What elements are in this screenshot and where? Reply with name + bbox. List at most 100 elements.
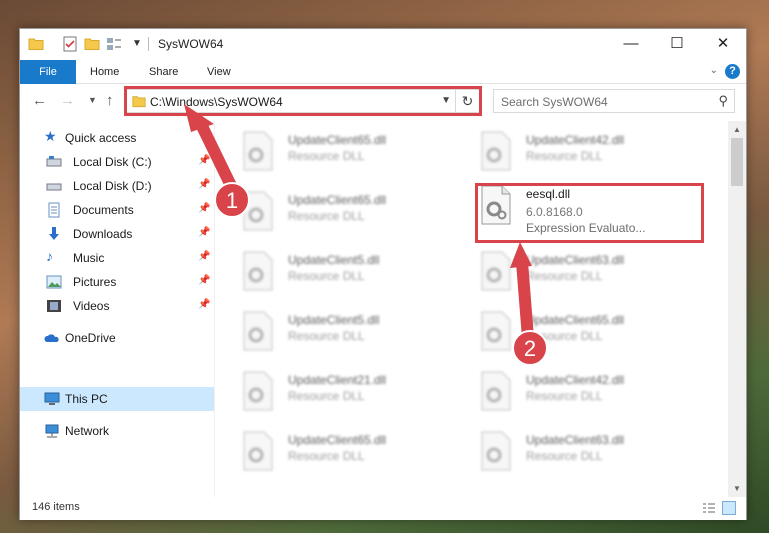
folder-icon[interactable] <box>28 36 44 52</box>
pin-icon[interactable]: 📌 <box>198 299 210 310</box>
file-name: UpdateClient42.dll <box>526 133 625 147</box>
sidebar-item-label: Local Disk (D:) <box>73 179 152 193</box>
list-item[interactable]: UpdateClient63.dll Resource DLL <box>458 245 688 299</box>
search-icon[interactable]: ⚲ <box>718 93 728 109</box>
scrollbar-thumb[interactable] <box>731 138 743 186</box>
file-name: UpdateClient5.dll <box>288 253 380 267</box>
up-arrow-icon[interactable]: ↑ <box>106 92 114 109</box>
help-icon[interactable]: ? <box>725 64 740 79</box>
title-bar: ▼ SysWOW64 — ☐ ✕ <box>20 29 746 60</box>
sidebar-item-network[interactable]: Network <box>20 419 214 443</box>
file-description: Resource DLL <box>526 449 603 463</box>
pane-divider[interactable] <box>214 121 215 497</box>
file-description: Resource DLL <box>288 389 365 403</box>
pin-icon[interactable]: 📌 <box>198 251 210 262</box>
scroll-up-arrow-icon[interactable]: ▲ <box>728 121 746 138</box>
pin-icon[interactable]: 📌 <box>198 203 210 214</box>
sidebar-item-this-pc[interactable]: This PC <box>20 387 214 411</box>
list-item[interactable]: UpdateClient21.dll Resource DLL <box>220 365 450 419</box>
dll-file-icon <box>481 311 511 351</box>
tab-home[interactable]: Home <box>90 60 119 84</box>
pin-icon[interactable]: 📌 <box>198 227 210 238</box>
pictures-icon <box>46 275 62 289</box>
customize-toolbar-chevron-icon[interactable]: ▼ <box>132 38 148 54</box>
sidebar-item-label: OneDrive <box>65 331 116 345</box>
new-folder-icon[interactable] <box>84 36 100 52</box>
sidebar-item-music[interactable]: ♪ Music 📌 <box>20 246 214 270</box>
sidebar-item-label: Videos <box>73 299 110 313</box>
videos-icon <box>47 300 61 312</box>
maximize-button[interactable]: ☐ <box>654 29 700 59</box>
list-item[interactable]: UpdateClient42.dll Resource DLL <box>458 365 688 419</box>
sidebar-item-label: Local Disk (C:) <box>73 155 152 169</box>
drive-icon <box>46 183 62 191</box>
sidebar-item-local-disk-c[interactable]: Local Disk (C:) 📌 <box>20 150 214 174</box>
tab-file[interactable]: File <box>20 60 76 84</box>
quick-access-view-icon[interactable] <box>106 36 122 52</box>
list-item[interactable]: UpdateClient65.dll Resource DLL <box>220 425 450 479</box>
properties-icon[interactable] <box>62 36 78 52</box>
file-name: UpdateClient5.dll <box>288 313 380 327</box>
back-arrow-icon[interactable]: ← <box>32 92 47 109</box>
onedrive-icon <box>44 334 59 342</box>
minimize-button[interactable]: — <box>608 29 654 59</box>
dll-file-icon <box>481 371 511 411</box>
title-separator <box>148 37 149 51</box>
dll-file-icon <box>481 251 511 291</box>
sidebar-item-local-disk-d[interactable]: Local Disk (D:) 📌 <box>20 174 214 198</box>
search-box[interactable]: Search SysWOW64 ⚲ <box>493 89 735 113</box>
sidebar-item-label: Quick access <box>65 131 137 145</box>
sidebar-item-label: Music <box>73 251 105 265</box>
sidebar-item-label: Pictures <box>73 275 117 289</box>
file-description: Resource DLL <box>288 449 365 463</box>
close-button[interactable]: ✕ <box>700 29 746 59</box>
list-item[interactable]: UpdateClient65.dll Resource DLL <box>220 125 450 179</box>
list-item[interactable]: UpdateClient5.dll Resource DLL <box>220 245 450 299</box>
sidebar-item-onedrive[interactable]: OneDrive <box>20 326 214 350</box>
sidebar-item-pictures[interactable]: Pictures 📌 <box>20 270 214 294</box>
details-view-icon[interactable] <box>702 502 716 514</box>
file-name: UpdateClient21.dll <box>288 373 387 387</box>
sidebar-item-label: Documents <box>73 203 134 217</box>
dll-file-icon <box>243 311 273 351</box>
file-description: Resource DLL <box>526 269 603 283</box>
pin-icon[interactable]: 📌 <box>198 275 210 286</box>
list-item[interactable]: UpdateClient65.dll Resource DLL <box>220 185 450 239</box>
large-icons-view-icon[interactable] <box>722 501 736 515</box>
drive-icon <box>46 156 62 167</box>
sidebar-item-downloads[interactable]: Downloads 📌 <box>20 222 214 246</box>
address-highlight-box <box>124 86 482 116</box>
downloads-icon <box>49 227 59 240</box>
recent-locations-chevron-icon[interactable]: ▼ <box>88 95 97 105</box>
file-name: UpdateClient65.dll <box>288 133 387 147</box>
forward-arrow-icon[interactable]: → <box>60 92 75 109</box>
list-item[interactable]: UpdateClient5.dll Resource DLL <box>220 305 450 359</box>
pin-icon[interactable]: 📌 <box>198 155 210 166</box>
documents-icon <box>48 202 60 218</box>
computer-icon <box>44 392 60 405</box>
tab-share[interactable]: Share <box>149 60 178 84</box>
file-description: Resource DLL <box>288 149 365 163</box>
pin-icon[interactable]: 📌 <box>198 179 210 190</box>
list-item[interactable]: UpdateClient63.dll Resource DLL <box>458 425 688 479</box>
sidebar-item-quick-access[interactable]: ★ Quick access <box>20 126 214 150</box>
dll-file-icon <box>243 371 273 411</box>
navigation-pane: ★ Quick access Local Disk (C:) 📌 Local D… <box>20 121 214 497</box>
scroll-down-arrow-icon[interactable]: ▼ <box>728 480 746 497</box>
network-icon <box>45 424 59 438</box>
music-icon: ♪ <box>46 248 53 264</box>
tab-view[interactable]: View <box>207 60 231 84</box>
file-description: Resource DLL <box>526 389 603 403</box>
dll-file-icon <box>481 131 511 171</box>
file-description: Resource DLL <box>288 269 365 283</box>
vertical-scrollbar[interactable]: ▲ ▼ <box>728 121 746 497</box>
search-placeholder[interactable]: Search SysWOW64 <box>501 95 608 109</box>
window-title: SysWOW64 <box>158 37 224 51</box>
sidebar-item-documents[interactable]: Documents 📌 <box>20 198 214 222</box>
file-description: Resource DLL <box>288 209 365 223</box>
list-item[interactable]: UpdateClient65.dll Resource DLL <box>458 305 688 359</box>
file-name: UpdateClient63.dll <box>526 253 625 267</box>
expand-ribbon-chevron-icon[interactable]: ⌄ <box>710 65 718 76</box>
sidebar-item-videos[interactable]: Videos 📌 <box>20 294 214 318</box>
list-item[interactable]: UpdateClient42.dll Resource DLL <box>458 125 688 179</box>
